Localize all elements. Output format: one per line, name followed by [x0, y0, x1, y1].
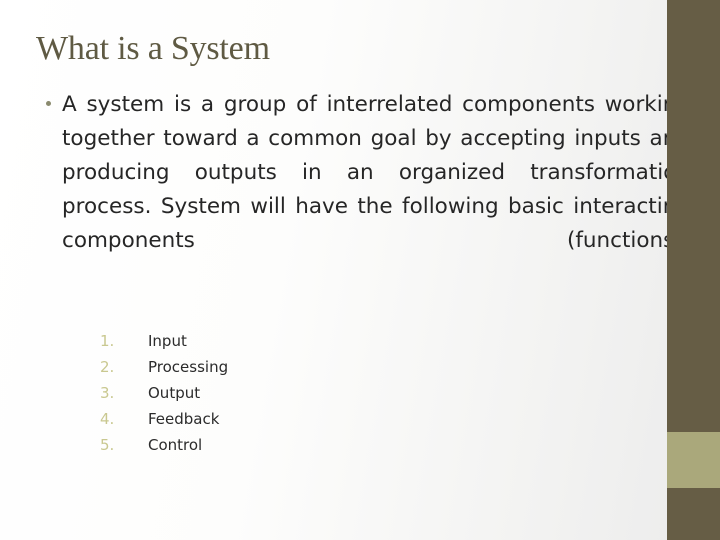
- list-item-label: Input: [148, 332, 187, 350]
- list-item: 2. Processing: [100, 354, 228, 380]
- list-item-number: 2.: [100, 358, 115, 376]
- list-item-number: 5.: [100, 436, 115, 454]
- bullet-dot-icon: [46, 101, 51, 106]
- numbered-list: 1. Input 2. Processing 3. Output 4. Feed…: [100, 328, 228, 458]
- slide: What is a System A system is a group of …: [0, 0, 720, 540]
- list-item-label: Output: [148, 384, 201, 402]
- list-item: 3. Output: [100, 380, 228, 406]
- bullet-item-text: A system is a group of interrelated comp…: [62, 92, 690, 253]
- page-title: What is a System: [36, 30, 270, 67]
- list-item-number: 4.: [100, 410, 115, 428]
- list-item-number: 3.: [100, 384, 115, 402]
- list-item: 1. Input: [100, 328, 228, 354]
- list-item: 4. Feedback: [100, 406, 228, 432]
- list-item-label: Feedback: [148, 410, 220, 428]
- bullet-item: A system is a group of interrelated comp…: [40, 88, 690, 292]
- right-accent-band: [667, 432, 720, 488]
- list-item: 5. Control: [100, 432, 228, 458]
- list-item-number: 1.: [100, 332, 115, 350]
- list-item-label: Control: [148, 436, 203, 454]
- list-item-label: Processing: [148, 358, 229, 376]
- body-content: A system is a group of interrelated comp…: [40, 88, 690, 292]
